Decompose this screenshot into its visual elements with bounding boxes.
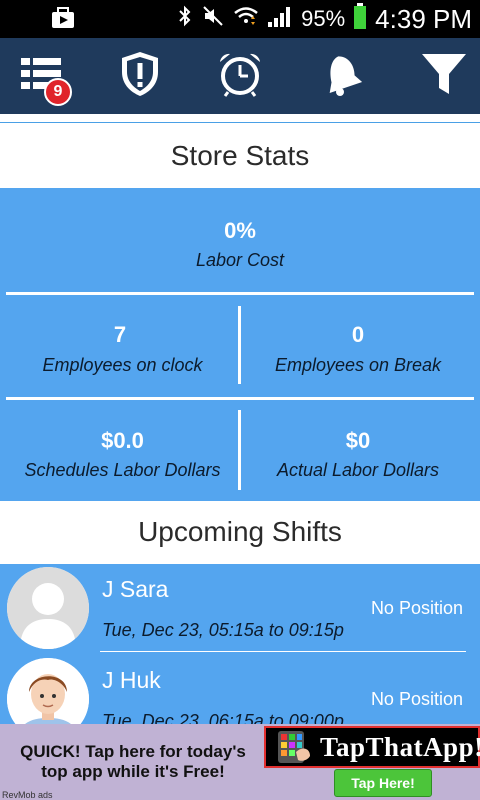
avatar [7,567,89,649]
filter-icon [420,50,468,103]
ad-brand-name: TapThatApp! [320,731,480,762]
actual-labor-dollars-label: Actual Labor Dollars [276,460,440,480]
upcoming-shifts-list: J Sara No Position Tue, Dec 23, 05:15a t… [0,564,480,724]
employees-on-clock-value: 7 [113,322,127,347]
upcoming-shifts-title: Upcoming Shifts [138,516,342,547]
schedules-labor-dollars-label: Schedules Labor Dollars [24,460,221,480]
ad-credit: RevMob ads [2,790,53,800]
shift-row[interactable]: J Huk No Position Tue, Dec 23, 06:15a to… [0,655,480,724]
shift-time: Tue, Dec 23, 05:15a to 09:15p [102,620,344,640]
shift-time: Tue, Dec 23, 06:15a to 09:00p [102,711,344,724]
alarm-button[interactable] [212,48,268,104]
ad-text[interactable]: QUICK! Tap here for today's top app whil… [8,742,258,782]
labor-cost-value: 0% [224,218,256,243]
avatar [7,658,89,724]
filter-button[interactable] [416,48,472,104]
row-divider [100,651,466,652]
actual-labor-dollars-value: $0 [345,428,371,453]
shift-position: No Position [370,689,463,709]
shift-employee-name: J Huk [102,667,161,693]
ad-tap-here-button[interactable]: Tap Here! [334,769,432,797]
bell-icon [316,50,364,103]
shift-employee-name: J Sara [102,576,169,602]
stats-divider [6,292,474,295]
status-bar: 95% 4:39 PM [0,0,480,38]
battery-percent: 95% [301,6,346,31]
notification-badge: 9 [44,78,72,106]
action-toolbar: 9 [0,38,480,114]
battery-icon [353,3,367,35]
employees-on-clock-label: Employees on clock [42,355,203,375]
alert-shield-icon [118,50,162,103]
employees-on-break-value: 0 [351,322,365,347]
ad-banner[interactable]: QUICK! Tap here for today's top app whil… [0,724,480,800]
labor-cost-label: Labor Cost [195,250,285,270]
employees-on-break-label: Employees on Break [274,355,442,375]
store-stats-panel: 0% Labor Cost 7 Employees on clock 0 Emp… [0,188,480,501]
alarm-clock-icon [216,50,264,103]
schedule-list-button[interactable]: 9 [14,48,72,106]
shift-row[interactable]: J Sara No Position Tue, Dec 23, 05:15a t… [0,564,480,652]
shift-position: No Position [370,598,463,618]
phone-apps-icon [272,730,312,769]
mute-icon [201,4,225,34]
bluetooth-icon [177,4,193,34]
divider [0,122,480,123]
signal-icon [267,4,293,34]
ad-brand-logo[interactable]: TapThatApp! [264,726,480,768]
alerts-button[interactable] [112,48,168,104]
notifications-button[interactable] [312,48,368,104]
wifi-icon [233,4,259,34]
store-stats-title: Store Stats [170,140,310,171]
usb-debug-icon [50,6,76,30]
stats-divider [6,397,474,400]
schedules-labor-dollars-value: $0.0 [101,428,144,453]
clock-time: 4:39 PM [375,3,472,34]
